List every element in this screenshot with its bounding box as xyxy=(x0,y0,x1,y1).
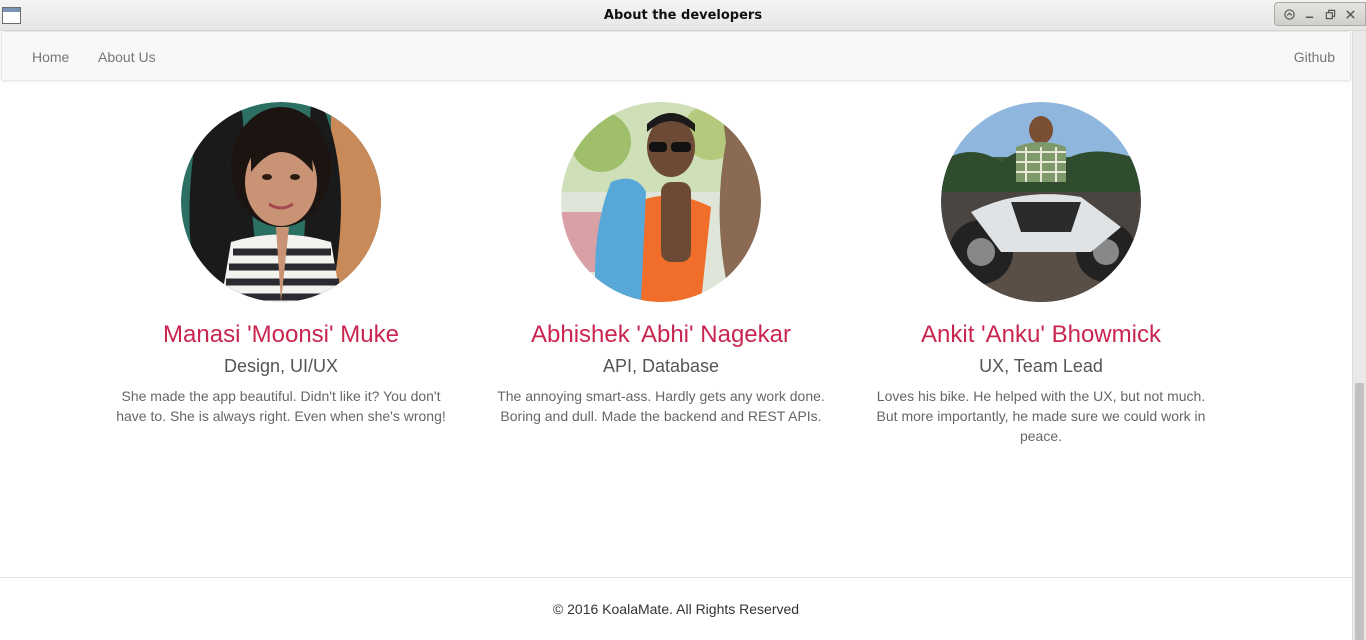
nav-about-link[interactable]: About Us xyxy=(98,49,156,65)
member-avatar xyxy=(181,102,381,302)
page-footer: © 2016 KoalaMate. All Rights Reserved xyxy=(0,577,1352,640)
nav-github-link[interactable]: Github xyxy=(1294,49,1335,65)
member-avatar xyxy=(561,102,761,302)
member-bio: Loves his bike. He helped with the UX, b… xyxy=(876,388,1206,444)
member-card: Abhishek 'Abhi' Nagekar API, Database Th… xyxy=(471,102,851,426)
scrollbar-thumb[interactable] xyxy=(1355,383,1364,640)
member-name: Abhishek 'Abhi' Nagekar xyxy=(531,321,791,348)
nav-home-link[interactable]: Home xyxy=(32,49,69,65)
member-bio: She made the app beautiful. Didn't like … xyxy=(116,388,446,424)
top-navbar: Home About Us Github xyxy=(1,31,1351,81)
member-role: UX, Team Lead xyxy=(979,356,1103,376)
member-role: API, Database xyxy=(602,356,720,376)
window-titlebar: About the developers xyxy=(0,0,1366,31)
member-name: Ankit 'Anku' Bhowmick xyxy=(921,321,1161,348)
member-card: Ankit 'Anku' Bhowmick UX, Team Lead Love… xyxy=(851,102,1231,446)
vertical-scrollbar[interactable] xyxy=(1352,31,1366,640)
member-name: Manasi 'Moonsi' Muke xyxy=(163,321,399,348)
member-card: Manasi 'Moonsi' Muke Design, UI/UX She m… xyxy=(91,102,471,426)
close-icon[interactable] xyxy=(1344,7,1358,21)
member-avatar xyxy=(941,102,1141,302)
restore-icon[interactable] xyxy=(1323,7,1337,21)
shade-up-icon[interactable] xyxy=(1282,7,1296,21)
member-role: Design, UI/UX xyxy=(223,356,339,376)
member-bio: The annoying smart-ass. Hardly gets any … xyxy=(497,388,825,424)
window-title: About the developers xyxy=(603,8,763,23)
minimize-icon[interactable] xyxy=(1303,7,1317,21)
team-section: Manasi 'Moonsi' Muke Design, UI/UX She m… xyxy=(0,102,1352,462)
window-controls xyxy=(1274,2,1366,26)
footer-copyright: © 2016 KoalaMate. All Rights Reserved xyxy=(552,601,800,617)
